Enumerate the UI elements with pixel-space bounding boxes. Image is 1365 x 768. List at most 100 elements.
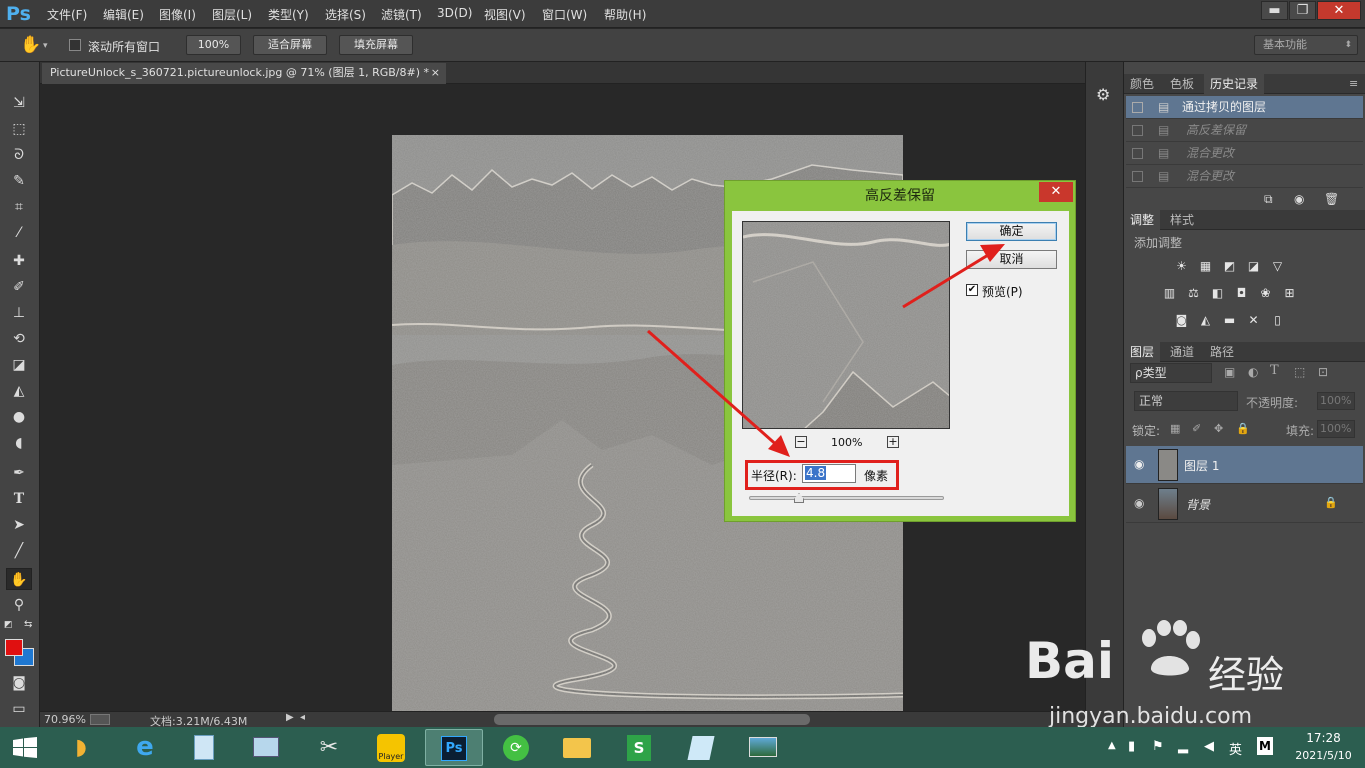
history-snapshot-box[interactable] bbox=[1132, 125, 1143, 136]
tray-volume-icon[interactable]: ◀ bbox=[1204, 739, 1214, 754]
properties-panel-icon[interactable]: ⚙ bbox=[1096, 85, 1110, 104]
visibility-eye-icon[interactable]: ◉ bbox=[1134, 457, 1144, 471]
tab-styles[interactable]: 样式 bbox=[1164, 210, 1200, 230]
history-item[interactable]: ▤ 通过拷贝的图层 bbox=[1126, 96, 1363, 119]
filter-type-icon[interactable]: T bbox=[1270, 363, 1279, 378]
status-menu-arrow-icon[interactable]: ▶ bbox=[286, 712, 294, 723]
new-doc-from-state-icon[interactable]: ⧉ bbox=[1264, 192, 1273, 207]
eraser-tool-icon[interactable]: ◪ bbox=[6, 354, 32, 376]
paint-bucket-tool-icon[interactable]: ◭ bbox=[6, 380, 32, 402]
minimize-button[interactable]: ▬ bbox=[1261, 1, 1288, 20]
lock-all-icon[interactable]: 🔒 bbox=[1236, 422, 1250, 435]
line-tool-icon[interactable]: ╱ bbox=[6, 540, 32, 562]
levels-icon[interactable]: ▦ bbox=[1198, 260, 1213, 273]
notes-app-icon[interactable] bbox=[672, 729, 730, 766]
zoom-100-button[interactable]: 100% bbox=[186, 35, 241, 55]
screen-mode-icon[interactable]: ▭ bbox=[6, 698, 32, 720]
workspace-select[interactable]: 基本功能 ⬍ bbox=[1254, 35, 1358, 55]
menu-file[interactable]: 文件(F) bbox=[47, 6, 87, 23]
fill-screen-button[interactable]: 填充屏幕 bbox=[339, 35, 413, 55]
history-snapshot-box[interactable] bbox=[1132, 102, 1143, 113]
close-button[interactable]: ✕ bbox=[1317, 1, 1361, 20]
clock-time[interactable]: 17:28 bbox=[1301, 731, 1346, 745]
fill-input[interactable]: 100% bbox=[1317, 420, 1355, 438]
ime-mode[interactable]: M bbox=[1257, 737, 1273, 755]
filter-preview[interactable] bbox=[742, 221, 950, 429]
menu-type[interactable]: 类型(Y) bbox=[268, 6, 309, 23]
ime-language[interactable]: 英 bbox=[1229, 739, 1242, 758]
photoshop-taskbar-icon[interactable]: Ps bbox=[425, 729, 483, 766]
lock-transparent-icon[interactable]: ▦ bbox=[1170, 422, 1180, 435]
zoom-out-preview-button[interactable]: − bbox=[795, 436, 807, 448]
lock-position-icon[interactable]: ✥ bbox=[1214, 422, 1223, 435]
history-snapshot-box[interactable] bbox=[1132, 148, 1143, 159]
fit-screen-button[interactable]: 适合屏幕 bbox=[253, 35, 327, 55]
quick-mask-icon[interactable]: ◙ bbox=[6, 672, 32, 694]
exposure-icon[interactable]: ◪ bbox=[1246, 260, 1261, 273]
path-select-tool-icon[interactable]: ➤ bbox=[6, 514, 32, 536]
video-player-icon[interactable]: Player bbox=[362, 729, 420, 766]
hand-tool-active-icon[interactable]: ✋ bbox=[6, 568, 32, 590]
menu-view[interactable]: 视图(V) bbox=[484, 6, 526, 23]
curves-icon[interactable]: ◩ bbox=[1222, 260, 1237, 273]
tray-device-icon[interactable]: ▮ bbox=[1128, 739, 1135, 754]
zoom-in-preview-button[interactable]: + bbox=[887, 436, 899, 448]
history-item[interactable]: ▤ 混合更改 bbox=[1126, 142, 1363, 165]
tray-network-icon[interactable]: ▂ bbox=[1178, 739, 1188, 754]
media-app-icon[interactable]: ◗ bbox=[52, 729, 110, 766]
tab-swatches[interactable]: 色板 bbox=[1164, 74, 1200, 94]
tab-channels[interactable]: 通道 bbox=[1164, 342, 1200, 362]
ok-button[interactable]: 确定 bbox=[966, 222, 1057, 241]
hand-tool-icon[interactable]: ✋ bbox=[20, 35, 41, 55]
black-white-icon[interactable]: ◧ bbox=[1210, 287, 1225, 300]
marquee-tool-icon[interactable]: ⬚ bbox=[6, 118, 32, 140]
tab-history[interactable]: 历史记录 bbox=[1204, 74, 1265, 94]
filter-pixel-icon[interactable]: ▣ bbox=[1224, 365, 1235, 379]
type-tool-icon[interactable]: T bbox=[6, 488, 32, 510]
dialog-close-button[interactable]: ✕ bbox=[1039, 182, 1073, 202]
menu-window[interactable]: 窗口(W) bbox=[542, 6, 587, 23]
history-item[interactable]: ▤ 混合更改 bbox=[1126, 165, 1363, 188]
ie-browser-icon[interactable]: e bbox=[116, 729, 174, 766]
visibility-eye-icon[interactable]: ◉ bbox=[1134, 496, 1144, 510]
color-balance-icon[interactable]: ⚖ bbox=[1186, 287, 1201, 300]
clock-date[interactable]: 2021/5/10 bbox=[1286, 749, 1361, 762]
calculator-icon[interactable] bbox=[175, 729, 233, 766]
radius-slider-thumb[interactable] bbox=[794, 493, 804, 503]
tab-color[interactable]: 颜色 bbox=[1124, 74, 1160, 94]
healing-tool-icon[interactable]: ✚ bbox=[6, 250, 32, 272]
zoom-readout[interactable]: 70.96% bbox=[44, 713, 86, 726]
pen-tool-icon[interactable]: ✒ bbox=[6, 462, 32, 484]
tab-paths[interactable]: 路径 bbox=[1204, 342, 1240, 362]
layer-name[interactable]: 背景 bbox=[1186, 496, 1210, 513]
threshold-icon[interactable]: ▬ bbox=[1222, 314, 1237, 327]
tab-adjustments[interactable]: 调整 bbox=[1124, 210, 1161, 230]
zoom-tool-icon[interactable]: ⚲ bbox=[6, 594, 32, 616]
invert-icon[interactable]: ◙ bbox=[1174, 314, 1189, 327]
quick-select-tool-icon[interactable]: ✎ bbox=[6, 170, 32, 192]
dodge-tool-icon[interactable]: ◖ bbox=[6, 432, 32, 454]
lasso-tool-icon[interactable]: ᘐ bbox=[6, 144, 32, 166]
filter-adjust-icon[interactable]: ◐ bbox=[1248, 365, 1258, 379]
menu-layer[interactable]: 图层(L) bbox=[212, 6, 252, 23]
history-item[interactable]: ▤ 高反差保留 bbox=[1126, 119, 1363, 142]
hue-saturation-icon[interactable]: ▥ bbox=[1162, 287, 1177, 300]
selective-color-icon[interactable]: ✕ bbox=[1246, 314, 1261, 327]
spreadsheet-app-icon[interactable]: S bbox=[610, 729, 668, 766]
swap-colors-icon[interactable]: ⇆ bbox=[24, 619, 32, 630]
cancel-button[interactable]: 取消 bbox=[966, 250, 1057, 269]
lock-pixels-icon[interactable]: ✐ bbox=[1192, 422, 1201, 435]
file-explorer-icon[interactable] bbox=[548, 729, 606, 766]
layer-filter-select[interactable]: ρ类型 bbox=[1130, 363, 1212, 383]
history-snapshot-box[interactable] bbox=[1132, 171, 1143, 182]
vibrance-icon[interactable]: ▽ bbox=[1270, 260, 1285, 273]
crop-tool-icon[interactable]: ⌗ bbox=[6, 196, 32, 218]
restore-button[interactable]: ❐ bbox=[1289, 1, 1316, 20]
filter-smart-icon[interactable]: ⊡ bbox=[1318, 365, 1328, 379]
eyedropper-tool-icon[interactable]: ⁄ bbox=[6, 222, 32, 244]
green-browser-icon[interactable]: ⟳ bbox=[487, 729, 545, 766]
filter-shape-icon[interactable]: ⬚ bbox=[1294, 365, 1305, 379]
document-tab-close-icon[interactable]: × bbox=[431, 63, 440, 83]
photo-filter-icon[interactable]: ◘ bbox=[1234, 287, 1249, 300]
scroll-left-icon[interactable]: ◂ bbox=[300, 712, 305, 723]
